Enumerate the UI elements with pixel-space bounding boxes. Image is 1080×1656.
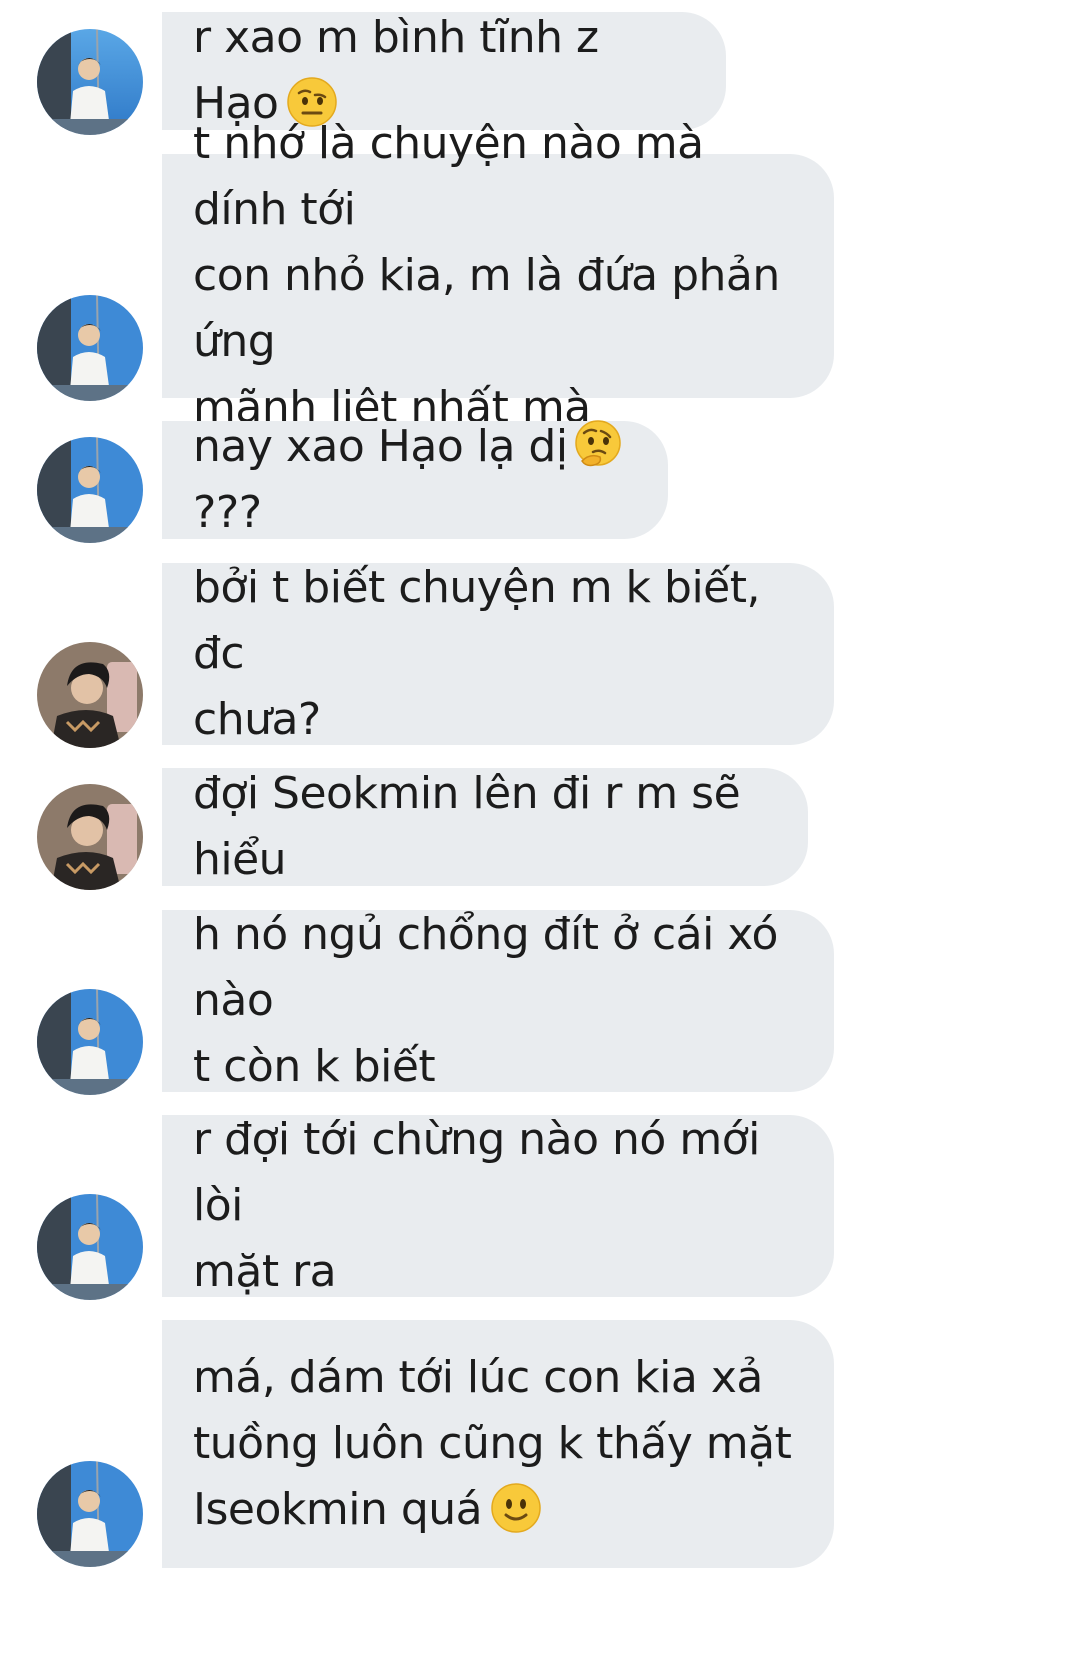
message-text: h nó ngủ chổng đít ở cái xó nào t còn k …	[193, 909, 778, 1092]
avatar[interactable]	[37, 295, 143, 401]
slightly-smiling-face-icon	[490, 1482, 542, 1534]
avatar-photo-icon	[37, 437, 143, 543]
message-text: bởi t biết chuyện m k biết, đc chưa?	[193, 562, 761, 745]
avatar-photo-icon	[37, 642, 143, 748]
message-bubble[interactable]: má, dám tới lúc con kia xả tuồng luôn cũ…	[162, 1320, 834, 1568]
message-bubble[interactable]: h nó ngủ chổng đít ở cái xó nào t còn k …	[162, 909, 834, 1092]
avatar-photo-icon	[37, 295, 143, 401]
thinking-face-icon	[572, 419, 624, 471]
message-text: r đợi tới chừng nào nó mới lòi mặt ra	[193, 1114, 760, 1297]
avatar[interactable]	[37, 989, 143, 1095]
avatar-photo-icon	[37, 29, 143, 135]
message-bubble[interactable]: đợi Seokmin lên đi r m sẽ hiểu	[162, 768, 808, 886]
avatar-photo-icon	[37, 1194, 143, 1300]
avatar[interactable]	[37, 1194, 143, 1300]
avatar-photo-icon	[37, 989, 143, 1095]
avatar[interactable]	[37, 29, 143, 135]
avatar-photo-icon	[37, 1461, 143, 1567]
avatar[interactable]	[37, 784, 143, 890]
message-text: nay xao Hạo lạ dị???	[193, 414, 636, 546]
message-bubble[interactable]: r đợi tới chừng nào nó mới lòi mặt ra	[162, 1114, 834, 1297]
avatar[interactable]	[37, 642, 143, 748]
avatar-photo-icon	[37, 784, 143, 890]
message-text: t nhớ là chuyện nào mà dính tới con nhỏ …	[193, 118, 780, 433]
message-text: má, dám tới lúc con kia xả tuồng luôn cũ…	[193, 1352, 792, 1535]
avatar[interactable]	[37, 437, 143, 543]
avatar[interactable]	[37, 1461, 143, 1567]
message-bubble[interactable]: nay xao Hạo lạ dị???	[162, 420, 668, 539]
chat-thread: r xao m bình tĩnh z Hạo t nhớ là chuyện …	[0, 0, 1080, 1656]
message-bubble[interactable]: t nhớ là chuyện nào mà dính tới con nhỏ …	[162, 118, 834, 433]
message-bubble[interactable]: bởi t biết chuyện m k biết, đc chưa?	[162, 562, 834, 745]
message-text: đợi Seokmin lên đi r m sẽ hiểu	[193, 768, 741, 885]
